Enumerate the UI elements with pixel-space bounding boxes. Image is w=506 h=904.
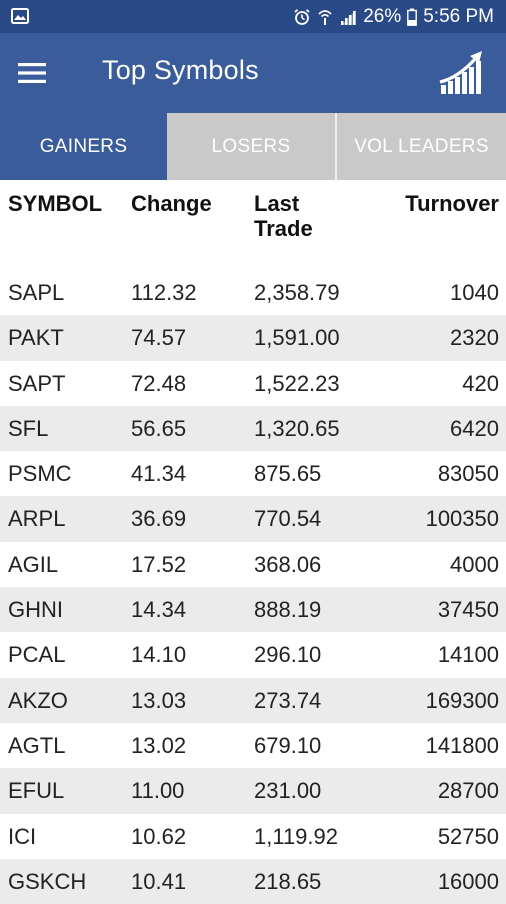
table-row[interactable]: GSKCH 10.41 218.65 16000: [0, 858, 506, 904]
cell-last-trade: 875.65: [254, 461, 322, 487]
cell-turnover: 16000: [437, 868, 499, 894]
cell-change: 112.32: [131, 280, 197, 305]
tab-bar: GAINERS LOSERS VOL LEADERS: [0, 113, 506, 180]
cell-turnover: 1040: [450, 280, 499, 305]
table-row[interactable]: GHNI 14.34 888.19 37450: [0, 587, 506, 633]
table-row[interactable]: PSMC 41.34 875.65 83050: [0, 451, 506, 496]
table-row[interactable]: AKZO 13.03 273.74 169300: [0, 677, 506, 723]
menu-button[interactable]: [16, 59, 50, 87]
tab-losers[interactable]: LOSERS: [167, 113, 337, 180]
gallery-notification-icon: [11, 8, 29, 24]
status-indicators: 26% 5:56 PM: [293, 0, 494, 33]
header-last-trade[interactable]: Last Trade: [254, 191, 313, 241]
cell-change: 11.00: [131, 778, 185, 804]
cell-turnover: 100350: [425, 506, 499, 532]
cell-symbol: SFL: [8, 415, 49, 441]
cell-last-trade: 296.10: [254, 642, 322, 668]
cell-change: 74.57: [131, 325, 187, 351]
cell-symbol: ICI: [8, 823, 37, 849]
cell-last-trade: 218.65: [254, 868, 322, 894]
cell-symbol: SAPL: [8, 280, 65, 305]
alarm-icon: [293, 8, 311, 26]
cell-symbol: PCAL: [8, 642, 66, 668]
cell-last-trade: 679.10: [254, 732, 322, 758]
cell-symbol: SAPT: [8, 370, 66, 396]
cell-change: 56.65: [131, 415, 187, 441]
cell-turnover: 6420: [450, 415, 499, 441]
trending-up-chart-icon: [439, 51, 482, 94]
cell-turnover: 2320: [450, 325, 499, 351]
cell-symbol: PSMC: [8, 461, 72, 487]
cell-change: 36.69: [131, 506, 187, 532]
cell-turnover: 420: [462, 370, 499, 396]
table-row[interactable]: SAPL 112.32 2,358.79 1040: [0, 270, 506, 315]
header-change[interactable]: Change: [131, 191, 212, 216]
battery-percent: 26%: [363, 5, 402, 27]
app-bar: Top Symbols: [0, 33, 506, 113]
cell-last-trade: 770.54: [254, 506, 322, 532]
cell-change: 13.02: [131, 732, 187, 758]
cell-turnover: 28700: [437, 778, 499, 804]
header-last-trade-line1: Last: [254, 191, 300, 216]
symbols-table: SYMBOL Change Last Trade Turnover SAPL 11…: [0, 180, 506, 904]
cell-symbol: EFUL: [8, 778, 65, 804]
cell-last-trade: 2,358.79: [254, 280, 340, 305]
header-turnover[interactable]: Turnover: [405, 191, 499, 216]
table-row[interactable]: SFL 56.65 1,320.65 6420: [0, 405, 506, 452]
cell-turnover: 37450: [437, 597, 499, 623]
cell-symbol: AGTL: [8, 732, 66, 758]
table-body: SAPL 112.32 2,358.79 1040 PAKT 74.57 1,591.00 2…: [0, 270, 506, 904]
cell-change: 41.34: [131, 461, 187, 487]
cell-last-trade: 1,320.65: [254, 415, 340, 441]
cell-symbol: GHNI: [8, 597, 63, 623]
table-row[interactable]: AGTL 13.02 679.10 141800: [0, 723, 506, 768]
cell-symbol: ARPL: [8, 506, 66, 532]
hamburger-menu-icon: [18, 63, 46, 83]
cell-turnover: 83050: [437, 461, 499, 487]
cell-symbol: GSKCH: [8, 868, 87, 894]
cell-change: 10.41: [131, 868, 187, 894]
header-last-trade-line2: Trade: [254, 216, 313, 241]
page-title: Top Symbols: [102, 55, 259, 85]
cell-change: 14.10: [131, 642, 187, 668]
cell-symbol: AKZO: [8, 687, 68, 713]
cell-last-trade: 888.19: [254, 597, 322, 623]
table-row[interactable]: PAKT 74.57 1,591.00 2320: [0, 315, 506, 361]
table-row[interactable]: PCAL 14.10 296.10 14100: [0, 632, 506, 677]
cell-turnover: 141800: [425, 732, 499, 758]
cell-last-trade: 231.00: [254, 778, 322, 804]
wifi-call-icon: [317, 8, 333, 26]
cell-last-trade: 1,522.23: [254, 370, 340, 396]
cell-turnover: 4000: [450, 551, 499, 577]
cell-last-trade: 368.06: [254, 551, 322, 577]
table-row[interactable]: ARPL 36.69 770.54 100350: [0, 496, 506, 542]
clock-time: 5:56 PM: [423, 5, 494, 27]
cell-change: 17.52: [131, 551, 187, 577]
cell-symbol: PAKT: [8, 325, 64, 351]
table-row[interactable]: ICI 10.62 1,119.92 52750: [0, 814, 506, 859]
cell-turnover: 169300: [425, 687, 499, 713]
tab-vol-leaders[interactable]: VOL LEADERS: [337, 113, 506, 180]
table-row[interactable]: AGIL 17.52 368.06 4000: [0, 542, 506, 587]
table-header: SYMBOL Change Last Trade Turnover: [0, 180, 506, 270]
status-bar: 26% 5:56 PM: [0, 0, 506, 33]
battery-icon: [407, 8, 418, 26]
cell-last-trade: 273.74: [254, 687, 322, 713]
cell-last-trade: 1,119.92: [254, 823, 339, 849]
cell-symbol: AGIL: [8, 551, 59, 577]
cell-last-trade: 1,591.00: [254, 325, 340, 351]
cell-change: 10.62: [131, 823, 187, 849]
tab-gainers[interactable]: GAINERS: [0, 113, 167, 180]
chart-button[interactable]: [438, 48, 488, 98]
signal-icon: [339, 8, 357, 26]
cell-turnover: 52750: [437, 823, 499, 849]
cell-change: 72.48: [131, 370, 187, 396]
table-row[interactable]: SAPT 72.48 1,522.23 420: [0, 361, 506, 406]
cell-turnover: 14100: [437, 642, 499, 668]
cell-change: 14.34: [131, 597, 187, 623]
table-row[interactable]: EFUL 11.00 231.00 28700: [0, 768, 506, 814]
cell-change: 13.03: [131, 687, 187, 713]
header-symbol[interactable]: SYMBOL: [8, 191, 102, 216]
